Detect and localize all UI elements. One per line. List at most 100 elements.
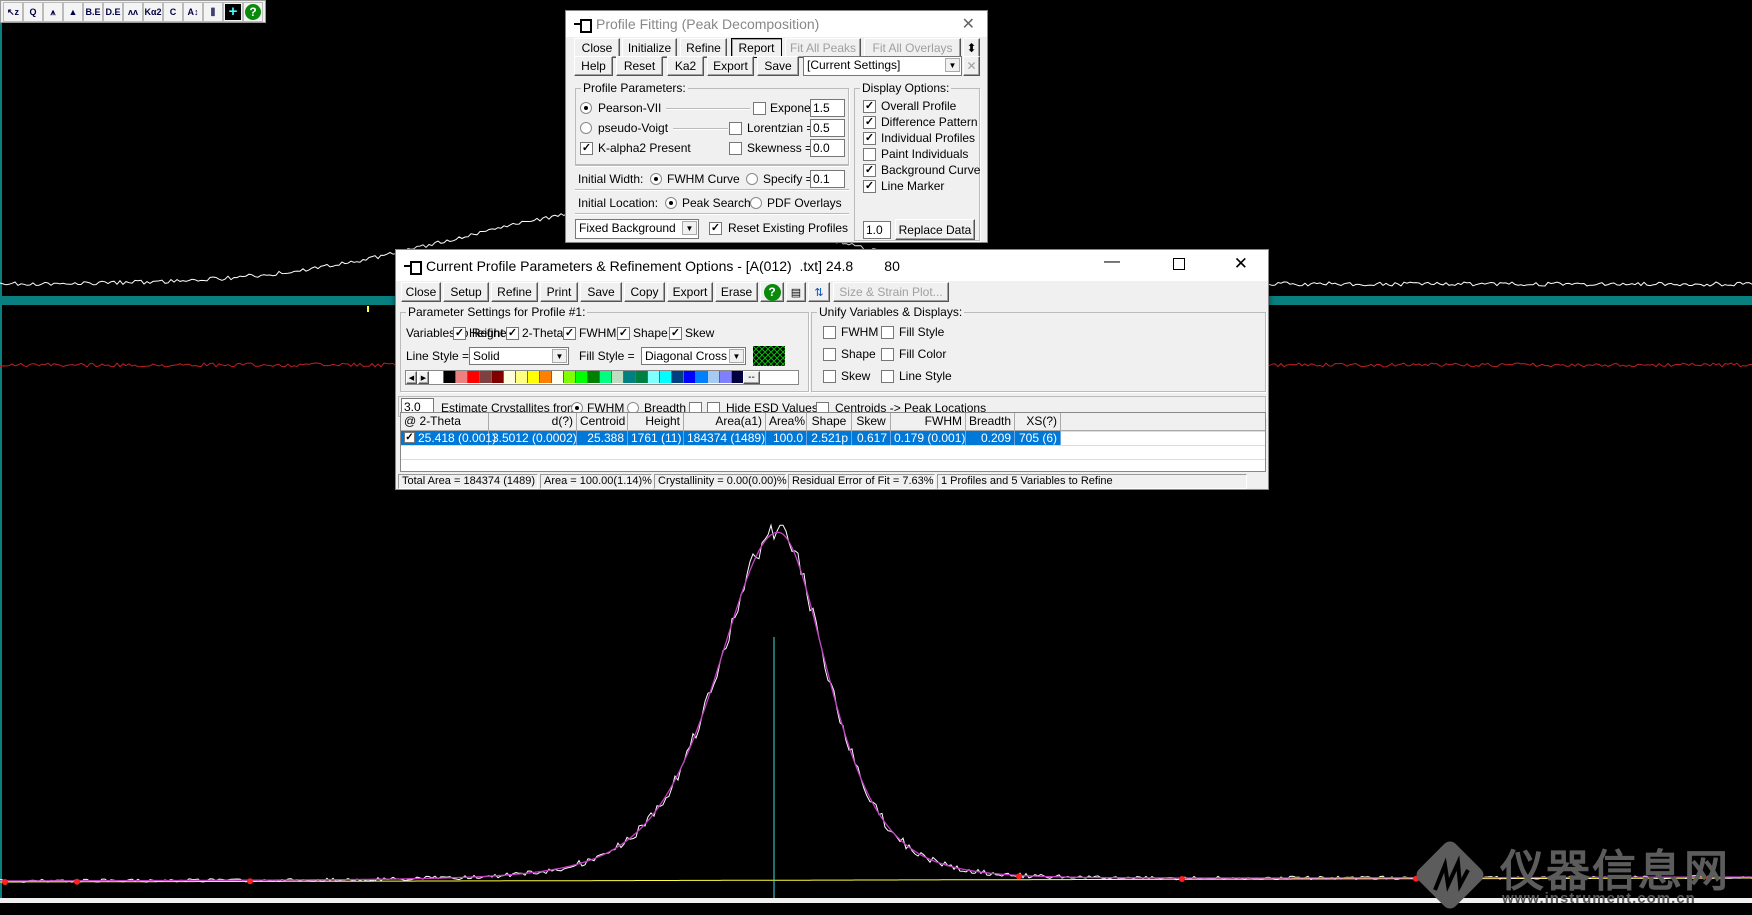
ka2-button[interactable]: Ka2 [667, 56, 704, 76]
color-swatch[interactable] [516, 371, 528, 383]
pin-icon[interactable] [574, 18, 592, 33]
column-header-centroid[interactable]: Centroid [577, 413, 628, 431]
column-header-breadth[interactable]: Breadth [966, 413, 1015, 431]
fit-all-overlays-button[interactable]: Fit All Overlays [864, 38, 961, 58]
unify-shape-checkbox[interactable] [823, 348, 836, 361]
scale-bars-button[interactable]: ⫼ [203, 2, 223, 22]
specify-radio[interactable] [746, 173, 758, 185]
color-swatch[interactable] [552, 371, 564, 383]
refine-button[interactable]: Refine [491, 282, 538, 302]
paint-individuals-checkbox[interactable] [863, 148, 876, 161]
unify-fill-style-checkbox[interactable] [881, 326, 894, 339]
save-button[interactable]: Save [757, 56, 799, 76]
close-icon[interactable]: ✕ [1234, 254, 1248, 274]
exponent-input[interactable]: 1.5 [810, 99, 845, 117]
pdf-overlays-radio[interactable] [750, 197, 762, 209]
pearson-radio[interactable] [580, 102, 592, 114]
minimize-icon[interactable]: — [1104, 253, 1120, 271]
cursor-zoom-button[interactable]: ↖z [3, 2, 23, 22]
fill-style-dropdown[interactable]: Diagonal Cross ▼ [641, 347, 746, 365]
individual-profiles-checkbox[interactable]: ✓ [863, 132, 876, 145]
color-swatch[interactable] [624, 371, 636, 383]
column-header-d[interactable]: d(?) [489, 413, 577, 431]
list-view-button[interactable]: ▤ [786, 282, 806, 302]
color-swatch[interactable] [504, 371, 516, 383]
column-header-height[interactable]: Height [628, 413, 684, 431]
color-swatch[interactable] [456, 371, 468, 383]
ka2-checkbox[interactable]: ✓ [580, 142, 593, 155]
export-button[interactable]: Export [667, 282, 713, 302]
table-row[interactable]: ✓ 25.418 (0.001) 3.5012 (0.0002) 25.388 1761… [401, 431, 1061, 445]
color-swatch[interactable] [432, 371, 444, 383]
lorentzian-input[interactable]: 0.5 [810, 119, 845, 137]
replace-data-button[interactable]: Replace Data [895, 219, 975, 240]
save-button[interactable]: Save [580, 282, 622, 302]
setup-button[interactable]: Setup [443, 282, 489, 302]
report-button[interactable]: Report [731, 38, 782, 58]
color-swatch[interactable] [528, 371, 540, 383]
color-swatch[interactable] [720, 371, 732, 383]
peak-search-radio[interactable] [665, 197, 677, 209]
replace-value-input[interactable]: 1.0 [863, 221, 891, 239]
scroll-right-icon[interactable]: ▶ [418, 371, 429, 384]
settings-dropdown[interactable]: [Current Settings] ▼ [803, 56, 962, 76]
shape-refine-checkbox[interactable]: ✓ [617, 327, 630, 340]
title-bar[interactable]: Current Profile Parameters & Refinement … [396, 250, 1268, 281]
peaks-button[interactable]: ʌʌ [123, 2, 143, 22]
background-point[interactable] [1179, 876, 1185, 882]
line-style-dropdown[interactable]: Solid ▼ [469, 347, 569, 365]
help-button[interactable]: Help [574, 56, 613, 76]
background-point[interactable] [1016, 873, 1022, 880]
color-swatch[interactable] [684, 371, 696, 383]
color-swatch[interactable] [696, 371, 708, 383]
color-swatch[interactable] [672, 371, 684, 383]
help-button[interactable]: ? [760, 282, 784, 302]
unify-line-style-checkbox[interactable] [881, 370, 894, 383]
initialize-button[interactable]: Initialize [622, 38, 677, 58]
reset-existing-checkbox[interactable]: ✓ [709, 222, 722, 235]
be-button[interactable]: B.E [83, 2, 103, 22]
2-theta-refine-checkbox[interactable]: ✓ [506, 327, 519, 340]
crosshair-button[interactable]: + [223, 2, 243, 22]
sort-button[interactable]: ⇅ [808, 282, 830, 302]
close-button[interactable]: Close [401, 282, 441, 302]
column-header-fwhm[interactable]: FWHM [891, 413, 966, 431]
overall-profile-checkbox[interactable]: ✓ [863, 100, 876, 113]
column-header-shape[interactable]: Shape [807, 413, 852, 431]
peak-search-button[interactable]: ⩚ [43, 2, 63, 22]
color-palette[interactable]: ◀ ▶ -- [405, 370, 799, 385]
pin-icon[interactable] [404, 260, 422, 275]
peak-fill-button[interactable]: ▲ [63, 2, 83, 22]
background-curve-checkbox[interactable]: ✓ [863, 164, 876, 177]
exponent-checkbox[interactable] [753, 102, 766, 115]
size-strain-plot-button[interactable]: Size & Strain Plot... [833, 282, 949, 302]
background-point[interactable] [247, 878, 253, 885]
color-swatch[interactable] [564, 371, 576, 383]
row-checkbox[interactable]: ✓ [404, 432, 415, 443]
color-swatch[interactable] [444, 371, 456, 383]
fwhm-refine-checkbox[interactable]: ✓ [563, 327, 576, 340]
color-swatch[interactable] [480, 371, 492, 383]
unify-skew-checkbox[interactable] [823, 370, 836, 383]
unify-fwhm-checkbox[interactable] [823, 326, 836, 339]
title-bar[interactable]: Profile Fitting (Peak Decomposition) ✕ [566, 11, 987, 37]
ka2-button[interactable]: Kα2 [143, 2, 163, 22]
clear-settings-button[interactable]: ✕ [963, 56, 980, 76]
column-header-area[interactable]: Area% [766, 413, 807, 431]
color-swatch[interactable] [576, 371, 588, 383]
profiles-table[interactable]: @ 2-Theta d(?) Centroid Height Area(a1) Area%… [400, 412, 1266, 473]
column-header-2-theta[interactable]: @ 2-Theta [401, 413, 489, 431]
pseudo-voigt-radio[interactable] [580, 122, 592, 134]
column-header-area-a1[interactable]: Area(a1) [684, 413, 766, 431]
fit-all-peaks-button[interactable]: Fit All Peaks [785, 38, 861, 58]
magnify-button[interactable]: Q [23, 2, 43, 22]
color-swatch[interactable] [660, 371, 672, 383]
color-swatch[interactable] [588, 371, 600, 383]
color-swatch[interactable] [612, 371, 624, 383]
skewness-input[interactable]: 0.0 [810, 139, 845, 157]
background-dropdown[interactable]: Fixed Background ▼ [575, 219, 699, 239]
centroid-button[interactable]: C [163, 2, 183, 22]
height-refine-checkbox[interactable]: ✓ [453, 327, 466, 340]
specify-input[interactable]: 0.1 [810, 170, 845, 188]
unify-fill-color-checkbox[interactable] [881, 348, 894, 361]
